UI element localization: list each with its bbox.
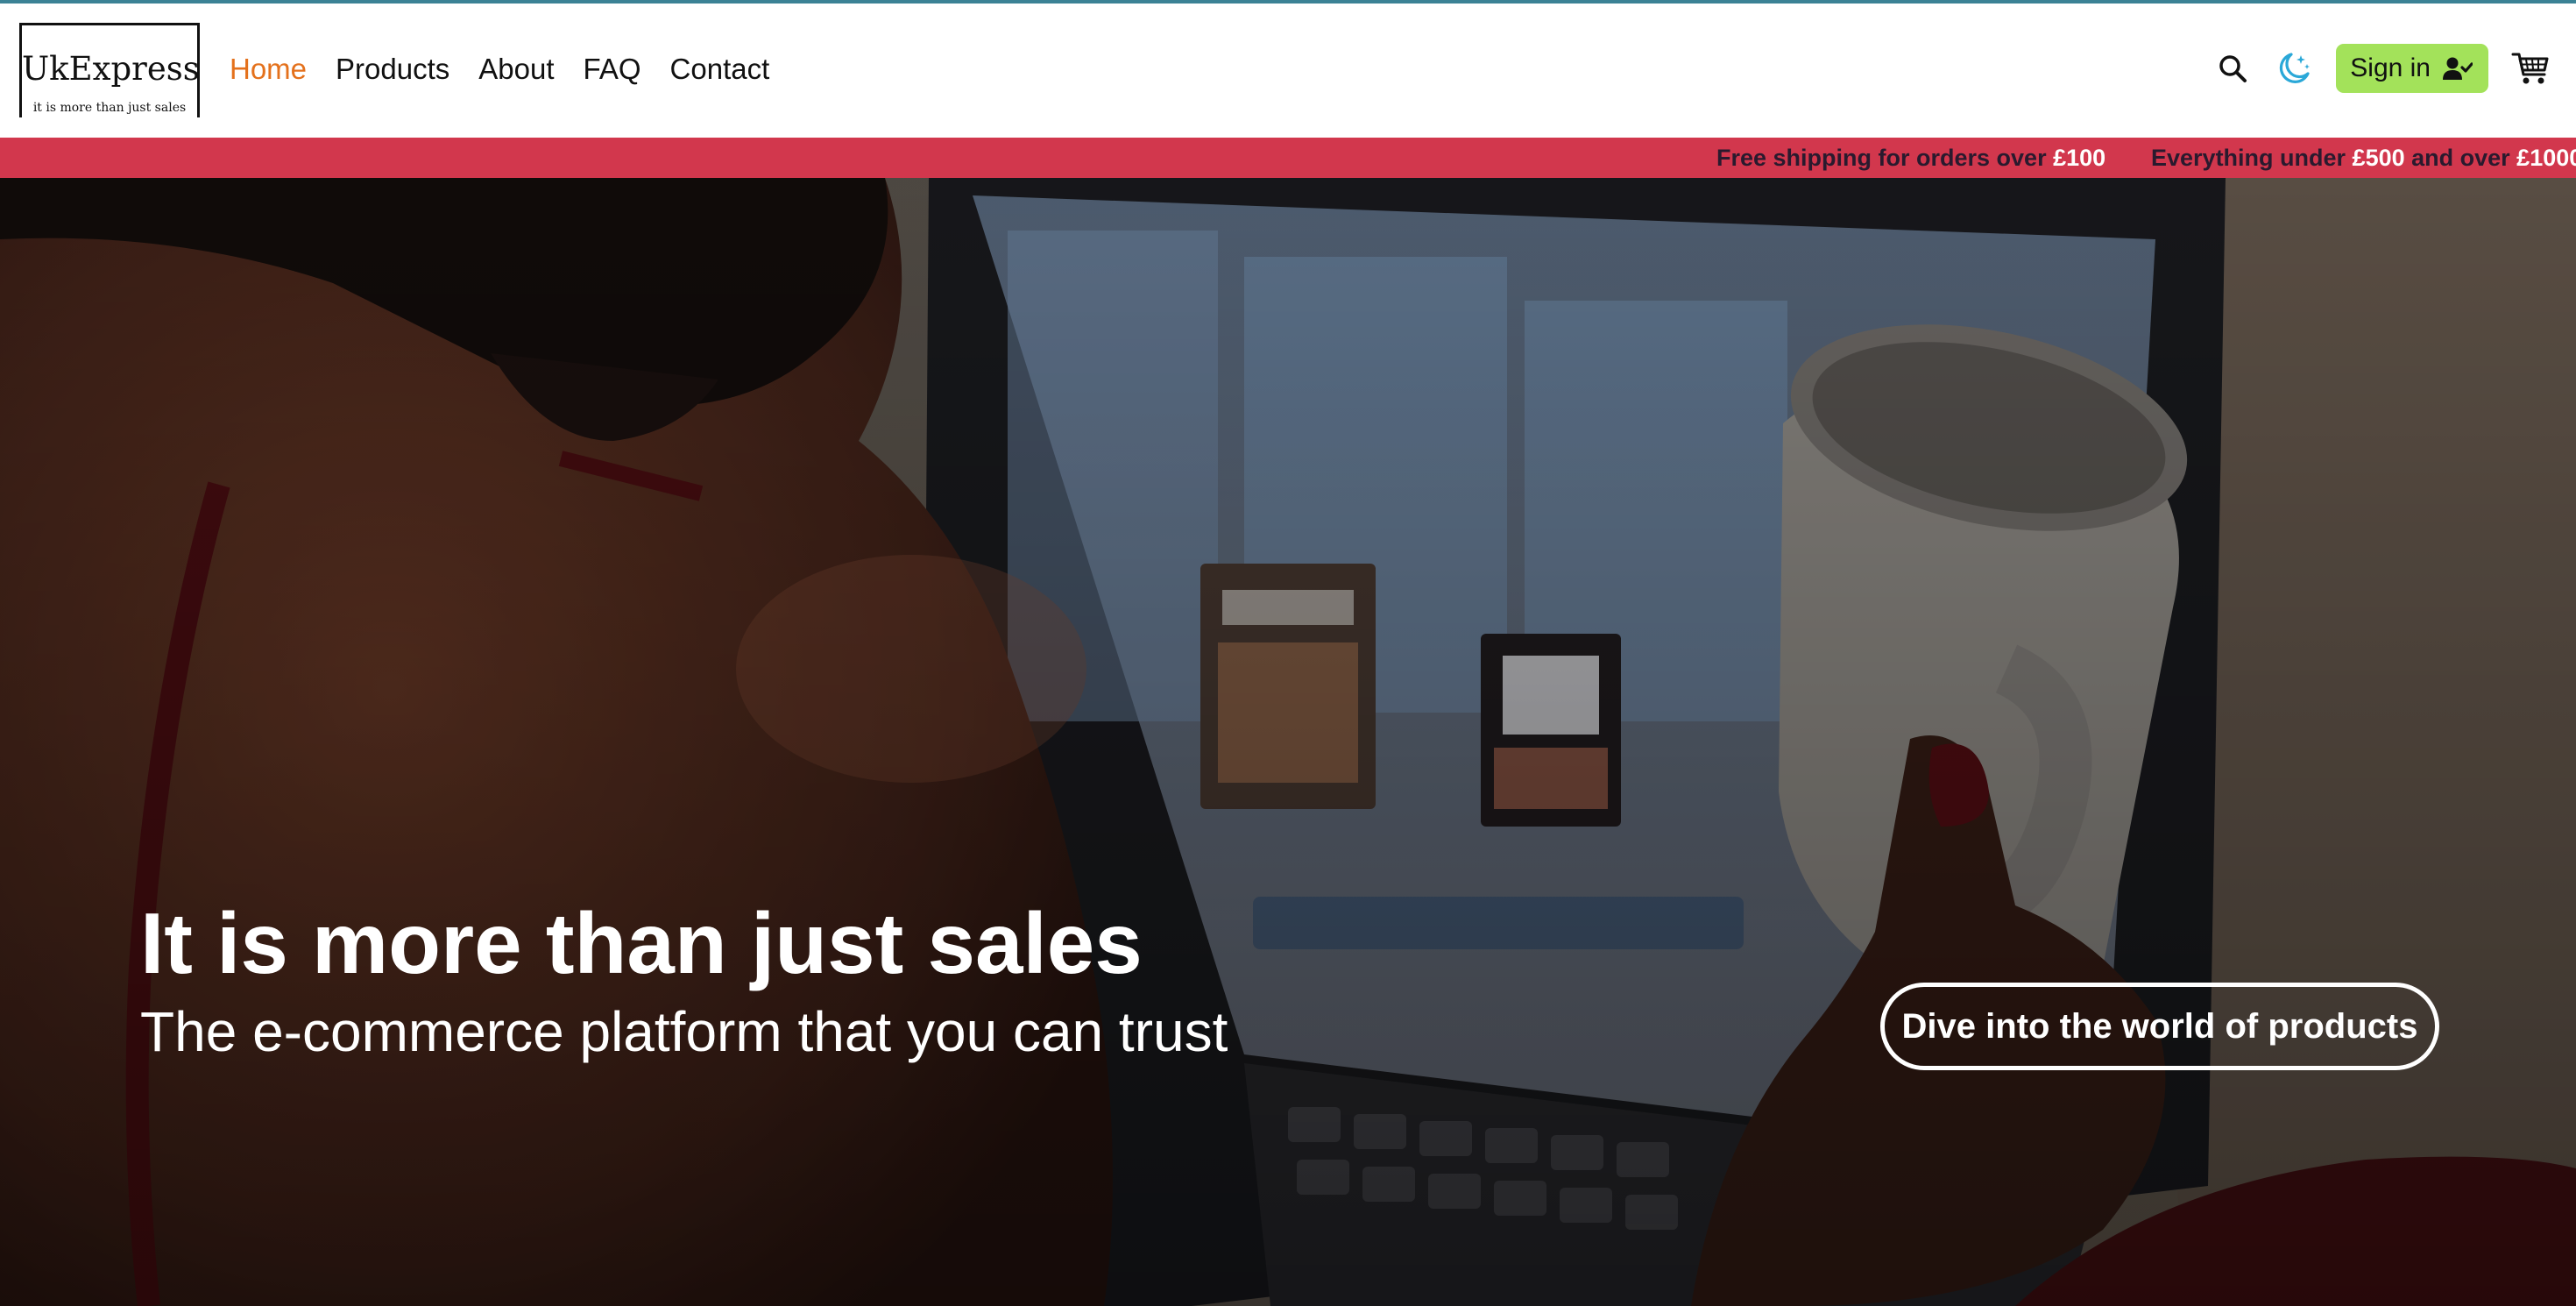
search-icon[interactable] [2208, 44, 2257, 93]
main-nav: Home Products About FAQ Contact [230, 53, 769, 86]
nav-about[interactable]: About [478, 53, 554, 86]
hero-background-image [0, 178, 2576, 1306]
user-check-icon [2443, 57, 2473, 80]
promo-amount-1000: £1000 [2516, 145, 2576, 171]
promo-shipping-text: Free shipping for orders over [1716, 145, 2054, 171]
nav-home[interactable]: Home [230, 53, 307, 86]
promo-shipping-amount: £100 [2053, 145, 2106, 171]
logo[interactable]: UkExpress it is more than just sales [19, 23, 200, 117]
promo-banner: Free shipping for orders over £100 Every… [0, 138, 2576, 178]
logo-name: UkExpress [22, 50, 200, 88]
nav-faq[interactable]: FAQ [584, 53, 641, 86]
promo-everything-prefix: Everything under [2151, 145, 2353, 171]
promo-everything-middle: and over [2404, 145, 2517, 171]
promo-free-shipping: Free shipping for orders over £100 [1716, 138, 2105, 178]
navbar: UkExpress it is more than just sales Hom… [0, 4, 2576, 138]
cart-icon[interactable] [2506, 44, 2555, 93]
promo-amount-500: £500 [2352, 145, 2405, 171]
logo-tagline: it is more than just sales [22, 98, 197, 117]
nav-contact[interactable]: Contact [670, 53, 770, 86]
promo-everything: Everything under £500 and over £1000 [2151, 138, 2576, 178]
hero: It is more than just sales The e-commerc… [0, 178, 2576, 1306]
products-cta-button[interactable]: Dive into the world of products [1880, 983, 2439, 1070]
sign-in-button[interactable]: Sign in [2336, 44, 2488, 93]
nav-products[interactable]: Products [336, 53, 449, 86]
hero-title: It is more than just sales [140, 895, 1143, 991]
header-controls: Sign in [2208, 44, 2555, 93]
hero-subtitle: The e-commerce platform that you can tru… [140, 1000, 1228, 1063]
moon-stars-icon[interactable] [2269, 44, 2318, 93]
sign-in-label: Sign in [2350, 53, 2431, 82]
